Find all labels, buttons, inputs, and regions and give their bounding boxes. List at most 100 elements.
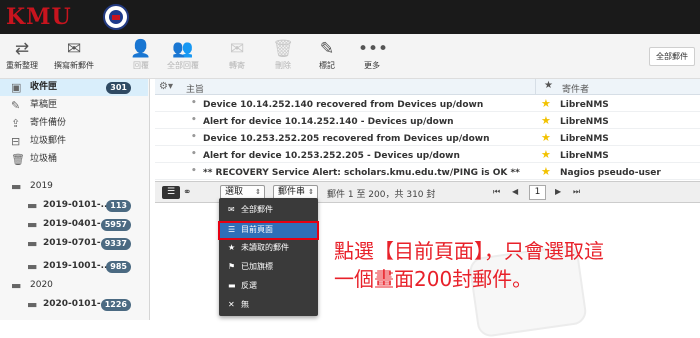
folder-2020-0101[interactable]: ▬ 2020-0101-... 1226 xyxy=(0,296,148,313)
mail-toolbar: ⇄ 重新整理 ✉ 撰寫新郵件 👤 回覆 👥 全部回覆 ✉ 轉寄 🗑 刪除 ✎ 標… xyxy=(0,34,700,79)
flag-star-icon[interactable]: ★ xyxy=(541,114,551,127)
message-row[interactable]: • Alert for device 10.253.252.205 - Devi… xyxy=(155,147,700,163)
invert-icon: ▬ xyxy=(228,281,236,290)
trash-icon: 🗑 xyxy=(272,39,294,59)
message-row[interactable]: • Device 10.253.252.205 recovered from D… xyxy=(155,130,700,146)
flag-column-star-icon[interactable]: ★ xyxy=(544,80,553,91)
count-badge: 985 xyxy=(106,261,131,273)
folder-icon: ▬ xyxy=(27,260,38,273)
unread-badge: 301 xyxy=(106,82,131,94)
message-from: LibreNMS xyxy=(560,100,609,110)
menu-item-all[interactable]: ✉ 全部郵件 xyxy=(219,202,318,218)
all-mail-filter[interactable]: 全部郵件 xyxy=(649,47,695,66)
mark-icon: ✎ xyxy=(319,39,335,59)
mail-icon: ✉ xyxy=(228,205,235,214)
refresh-button[interactable]: ⇄ 重新整理 xyxy=(4,38,40,71)
threads-view-icon[interactable]: ⚭ xyxy=(183,186,201,199)
count-badge: 9337 xyxy=(100,238,131,250)
status-dot-icon: • xyxy=(191,115,197,125)
compose-button[interactable]: ✉ 撰寫新郵件 xyxy=(44,38,104,71)
folder-2019[interactable]: ▬ 2019 xyxy=(0,178,148,195)
annotation-line-2: 一個畫面200封郵件。 xyxy=(334,267,533,291)
folder-list: ▣ 收件匣 301 ✎ 草稿匣 ⇪ 寄件備份 ⊟ 垃圾郵件 🗑 垃圾桶 ▬ 20… xyxy=(0,79,150,320)
list-view-icon[interactable]: ☰ xyxy=(162,186,180,199)
status-dot-icon: • xyxy=(191,149,197,159)
message-subject: Device 10.253.252.205 recovered from Dev… xyxy=(203,134,490,144)
folder-sent[interactable]: ⇪ 寄件備份 xyxy=(0,115,148,132)
highlight-box xyxy=(218,221,319,240)
message-subject: Alert for device 10.14.252.140 - Devices… xyxy=(203,117,454,127)
spam-icon: ⊟ xyxy=(11,135,21,148)
status-dot-icon: • xyxy=(191,98,197,108)
message-list: ⚙▾ 主旨 ★ 寄件者 • Device 10.14.252.140 recov… xyxy=(155,79,700,181)
folder-inbox[interactable]: ▣ 收件匣 301 xyxy=(0,79,148,96)
tutorial-annotation: 點選【目前頁面】，只會選取這 一個畫面200封郵件。 xyxy=(334,237,694,293)
folder-icon: ▬ xyxy=(27,218,38,231)
message-subject: Device 10.14.252.140 recovered from Devi… xyxy=(203,100,484,110)
list-header: ⚙▾ 主旨 ★ 寄件者 xyxy=(155,79,700,95)
folder-icon: ▬ xyxy=(11,279,22,292)
delete-button[interactable]: 🗑 刪除 xyxy=(270,38,296,71)
mark-button[interactable]: ✎ 標記 xyxy=(312,38,342,71)
star-icon: ★ xyxy=(228,243,236,252)
count-badge: 1226 xyxy=(100,299,131,311)
last-page-icon[interactable]: ⏭ xyxy=(573,187,580,197)
menu-item-invert[interactable]: ▬ 反選 xyxy=(219,278,318,294)
message-row[interactable]: • Device 10.14.252.140 recovered from De… xyxy=(155,96,700,112)
pencil-icon: ✎ xyxy=(11,99,21,112)
more-button[interactable]: ••• 更多 xyxy=(358,38,389,71)
menu-item-flagged[interactable]: ⚑ 已加旗標 xyxy=(219,259,318,275)
forward-icon: ✉ xyxy=(229,39,245,59)
close-icon: ✕ xyxy=(228,300,235,309)
message-subject: Alert for device 10.253.252.205 - Device… xyxy=(203,151,460,161)
count-badge: 113 xyxy=(106,200,131,212)
trash-icon: 🗑 xyxy=(11,153,25,166)
folder-icon: ▬ xyxy=(27,298,38,311)
flag-star-icon[interactable]: ★ xyxy=(541,97,551,110)
more-icon: ••• xyxy=(358,39,389,59)
folder-trash[interactable]: 🗑 垃圾桶 xyxy=(0,151,148,168)
folder-2019-0101[interactable]: ▬ 2019-0101-... 113 xyxy=(0,197,148,214)
folder-2019-0701[interactable]: ▬ 2019-0701-... 9337 xyxy=(0,235,148,252)
message-row[interactable]: • Alert for device 10.14.252.140 - Devic… xyxy=(155,113,700,129)
folder-2019-1001[interactable]: ▬ 2019-1001-... 985 xyxy=(0,258,148,275)
reply-button[interactable]: 👤 回覆 xyxy=(127,38,155,71)
list-options-gear-icon[interactable]: ⚙▾ xyxy=(159,81,173,92)
flag-star-icon[interactable]: ★ xyxy=(541,131,551,144)
flag-star-icon[interactable]: ★ xyxy=(541,148,551,161)
folder-spam[interactable]: ⊟ 垃圾郵件 xyxy=(0,133,148,150)
first-page-icon[interactable]: ⏮ xyxy=(493,187,500,197)
page-number-input[interactable]: 1 xyxy=(529,185,546,200)
folder-icon: ▬ xyxy=(27,237,38,250)
subject-column-header[interactable]: 主旨 xyxy=(186,82,204,95)
folder-drafts[interactable]: ✎ 草稿匣 xyxy=(0,97,148,114)
message-row[interactable]: • ** RECOVERY Service Alert: scholars.km… xyxy=(155,164,700,180)
prev-page-icon[interactable]: ◀ xyxy=(512,187,518,196)
compose-icon: ✉ xyxy=(66,39,82,59)
from-column-header[interactable]: 寄件者 xyxy=(562,82,589,95)
sent-icon: ⇪ xyxy=(11,117,21,130)
message-from: LibreNMS xyxy=(560,117,609,127)
reply-all-icon: 👥 xyxy=(172,39,194,59)
folder-2020[interactable]: ▬ 2020 xyxy=(0,277,148,294)
flag-star-icon[interactable]: ★ xyxy=(541,165,551,178)
next-page-icon[interactable]: ▶ xyxy=(555,187,561,196)
folder-2019-0401[interactable]: ▬ 2019-0401-... 5957 xyxy=(0,216,148,233)
flag-icon: ⚑ xyxy=(228,262,236,271)
message-from: LibreNMS xyxy=(560,151,609,161)
university-seal-icon xyxy=(103,4,129,30)
message-from: Nagios pseudo-user xyxy=(560,168,661,178)
menu-item-none[interactable]: ✕ 無 xyxy=(219,297,318,313)
refresh-icon: ⇄ xyxy=(14,39,30,59)
count-badge: 5957 xyxy=(100,219,131,231)
top-banner: KMU xyxy=(0,0,700,34)
folder-icon: ▬ xyxy=(27,199,38,212)
annotation-line-1: 點選【目前頁面】，只會選取這 xyxy=(334,239,604,263)
folder-icon: ▬ xyxy=(11,180,22,193)
message-subject: ** RECOVERY Service Alert: scholars.kmu.… xyxy=(203,168,520,178)
menu-item-unread[interactable]: ★ 未讀取的郵件 xyxy=(219,240,318,256)
status-dot-icon: • xyxy=(191,132,197,142)
forward-button[interactable]: ✉ 轉寄 xyxy=(222,38,252,71)
select-menu: ✉ 全部郵件 ☰ 目前頁面 ★ 未讀取的郵件 ⚑ 已加旗標 ▬ 反選 ✕ 無 xyxy=(219,198,318,316)
reply-all-button[interactable]: 👥 全部回覆 xyxy=(164,38,202,71)
